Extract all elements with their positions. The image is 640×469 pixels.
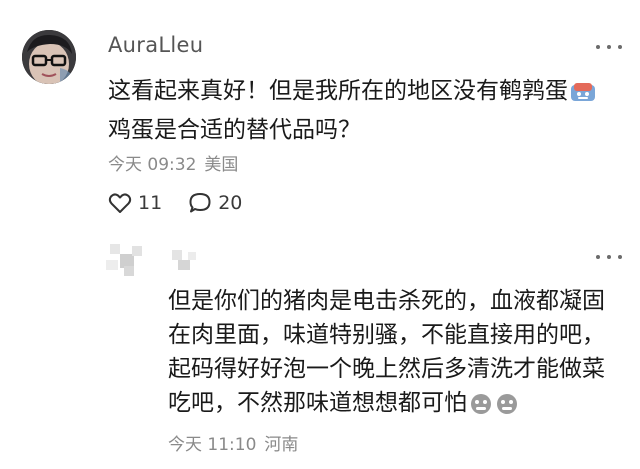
reply-meta: 今天 11:10 河南 (168, 430, 306, 455)
reply-text-line-1: 但是你们的猪肉是电击杀死的，血液都凝固 (168, 288, 605, 314)
comment-actions: 11 20 (108, 190, 268, 216)
reply-count: 20 (218, 192, 243, 214)
avatar[interactable] (22, 30, 76, 84)
comment-location: 美国 (204, 155, 239, 175)
avatar-image (22, 30, 76, 84)
reply-time: 今天 11:10 (168, 435, 257, 455)
reply-text-line-4: 吃吧，不然那味道想想都可怕 (168, 386, 618, 425)
comment-text-line-1-content: 这看起来真好！但是我所在的地区没有鹌鹑蛋 (108, 78, 568, 104)
reply-text-line-2: 在肉里面，味道特别骚，不能直接用的吧， (168, 322, 605, 348)
blurred-username-image (172, 250, 196, 270)
sweat-smile-emoji-icon (570, 79, 596, 113)
username[interactable]: AuraLleu (108, 33, 203, 57)
blurred-avatar-image (106, 244, 142, 276)
grimace-emoji-icon (469, 391, 493, 425)
reply-text-line-3: 起码得好好泡一个晚上然后多清洗才能做菜 (168, 356, 605, 382)
more-dots-icon[interactable] (596, 42, 622, 52)
comment-text-line-1: 这看起来真好！但是我所在的地区没有鹌鹑蛋 (108, 74, 608, 113)
heart-outline-icon (108, 193, 132, 213)
reply-text: 但是你们的猪肉是电击杀死的，血液都凝固 在肉里面，味道特别骚，不能直接用的吧， … (168, 284, 618, 425)
comment-meta: 今天 09:32 美国 (108, 150, 246, 175)
like-count: 11 (138, 192, 163, 214)
grimace-emoji-icon (495, 391, 519, 425)
comment-text: 这看起来真好！但是我所在的地区没有鹌鹑蛋 鸡蛋是合适的替代品吗？ (108, 74, 608, 147)
reply-text-line-4-content: 吃吧，不然那味道想想都可怕 (168, 390, 467, 416)
reply-username[interactable] (170, 248, 200, 274)
speech-bubble-icon (189, 193, 211, 213)
reply-more-dots-icon[interactable] (596, 252, 622, 262)
comment-text-line-2: 鸡蛋是合适的替代品吗？ (108, 117, 361, 143)
reply-location: 河南 (264, 435, 299, 455)
reply-button[interactable]: 20 (188, 192, 242, 214)
reply-avatar[interactable] (104, 240, 154, 280)
comment-time: 今天 09:32 (108, 155, 197, 175)
like-button[interactable]: 11 (108, 192, 162, 214)
